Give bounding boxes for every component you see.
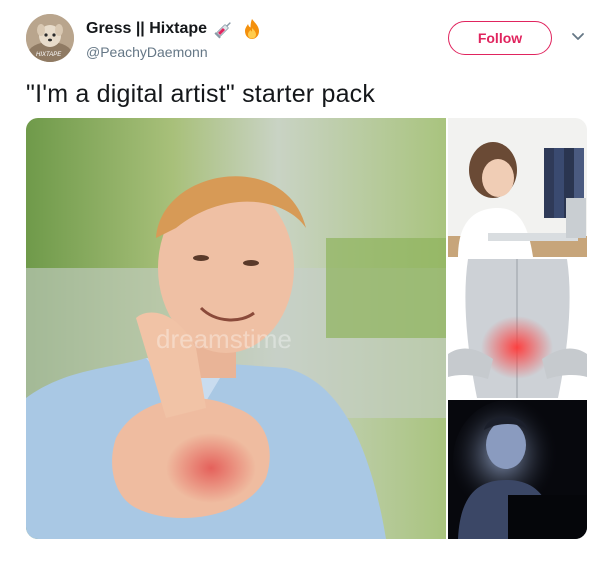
woman-at-laptop-photo[interactable]: [448, 118, 587, 257]
user-handle[interactable]: @PeachyDaemonn: [86, 44, 208, 60]
avatar[interactable]: HIXTAPE: [26, 14, 74, 62]
watermark-text: dreamstime: [156, 324, 292, 354]
syringe-icon: [213, 18, 235, 40]
media-grid[interactable]: dreamstime: [26, 118, 587, 539]
chevron-down-icon[interactable]: [570, 30, 586, 42]
follow-button[interactable]: Follow: [448, 21, 552, 55]
display-name[interactable]: Gress || Hixtape: [86, 20, 207, 38]
person-lit-by-screen-photo[interactable]: [448, 400, 587, 539]
tweet-text: "I'm a digital artist" starter pack: [26, 80, 376, 108]
fire-icon: [241, 18, 263, 40]
man-holding-wrist-photo[interactable]: dreamstime: [26, 118, 446, 539]
name-row: Gress || Hixtape: [86, 18, 263, 40]
avatar-text: HIXTAPE: [36, 52, 62, 58]
back-pain-photo[interactable]: [448, 259, 587, 398]
